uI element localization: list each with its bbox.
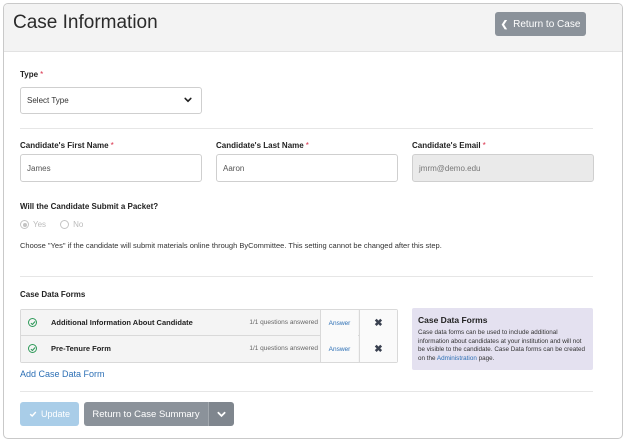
return-to-case-label: Return to Case xyxy=(513,18,581,30)
last-name-input[interactable]: Aaron xyxy=(216,154,398,182)
chevron-left-icon: ❮ xyxy=(500,18,509,29)
divider xyxy=(20,128,593,129)
case-information-card: Case Information ❮ Return to Case Type * … xyxy=(3,3,623,439)
yes-radio[interactable] xyxy=(20,220,29,229)
email-label: Candidate's Email * xyxy=(412,141,486,150)
check-circle-icon xyxy=(28,344,37,353)
email-label-text: Candidate's Email xyxy=(412,141,481,150)
add-case-data-form-link[interactable]: Add Case Data Form xyxy=(20,369,105,379)
answer-link[interactable]: Answer xyxy=(320,310,358,336)
table-row: Additional Information About Candidate 1… xyxy=(21,310,397,336)
email-value: jmrm@demo.edu xyxy=(419,163,481,173)
info-box-title: Case Data Forms xyxy=(418,315,488,325)
type-label-text: Type xyxy=(20,70,39,79)
form-name: Pre-Tenure Form xyxy=(51,344,111,353)
return-to-case-summary-button[interactable]: Return to Case Summary xyxy=(84,402,208,426)
last-name-label-text: Candidate's Last Name xyxy=(216,141,304,150)
update-label: Update xyxy=(40,409,71,419)
return-to-case-button[interactable]: ❮ Return to Case xyxy=(495,12,586,36)
page-header: Case Information ❮ Return to Case xyxy=(4,4,622,52)
packet-radio-group: Yes No xyxy=(20,220,83,229)
packet-question: Will the Candidate Submit a Packet? xyxy=(20,202,159,211)
required-marker: * xyxy=(482,141,486,150)
form-progress: 1/1 questions answered xyxy=(249,319,318,326)
required-marker: * xyxy=(305,141,309,150)
case-data-forms-info-box: Case Data Forms Case data forms can be u… xyxy=(412,308,593,370)
email-field: jmrm@demo.edu xyxy=(412,154,594,182)
case-data-forms-table: Additional Information About Candidate 1… xyxy=(20,309,398,363)
administration-link[interactable]: Administration xyxy=(437,355,477,362)
chevron-down-icon xyxy=(184,97,192,103)
chevron-down-icon xyxy=(217,411,226,417)
page-title: Case Information xyxy=(13,12,158,33)
yes-radio-label: Yes xyxy=(33,220,47,229)
case-data-forms-heading: Case Data Forms xyxy=(20,290,86,299)
table-row: Pre-Tenure Form 1/1 questions answered A… xyxy=(21,336,397,362)
last-name-label: Candidate's Last Name * xyxy=(216,141,309,150)
first-name-value: James xyxy=(27,163,51,173)
form-progress: 1/1 questions answered xyxy=(249,345,318,352)
answer-link[interactable]: Answer xyxy=(320,336,358,362)
first-name-label: Candidate's First Name * xyxy=(20,141,114,150)
divider xyxy=(20,276,593,277)
no-radio[interactable] xyxy=(60,220,70,229)
required-marker: * xyxy=(40,70,44,79)
first-name-input[interactable]: James xyxy=(20,154,202,182)
return-to-case-summary-label: Return to Case Summary xyxy=(92,408,200,420)
delete-form-icon[interactable]: ✖ xyxy=(359,336,397,362)
delete-form-icon[interactable]: ✖ xyxy=(359,310,397,336)
info-text-after: page. xyxy=(476,354,495,362)
divider xyxy=(20,391,593,392)
type-select-value: Select Type xyxy=(27,96,69,105)
type-label: Type * xyxy=(20,70,43,79)
summary-dropdown-toggle[interactable] xyxy=(208,402,234,426)
info-box-text: Case data forms can be used to include a… xyxy=(418,329,587,363)
required-marker: * xyxy=(110,141,114,150)
no-radio-label: No xyxy=(73,220,84,229)
first-name-label-text: Candidate's First Name xyxy=(20,141,109,150)
form-name: Additional Information About Candidate xyxy=(51,318,193,327)
check-icon xyxy=(29,411,37,418)
update-button[interactable]: Update xyxy=(20,402,79,426)
packet-help-text: Choose "Yes" if the candidate will submi… xyxy=(20,241,442,250)
check-circle-icon xyxy=(28,318,37,327)
type-select[interactable]: Select Type xyxy=(20,87,202,114)
last-name-value: Aaron xyxy=(223,163,245,173)
